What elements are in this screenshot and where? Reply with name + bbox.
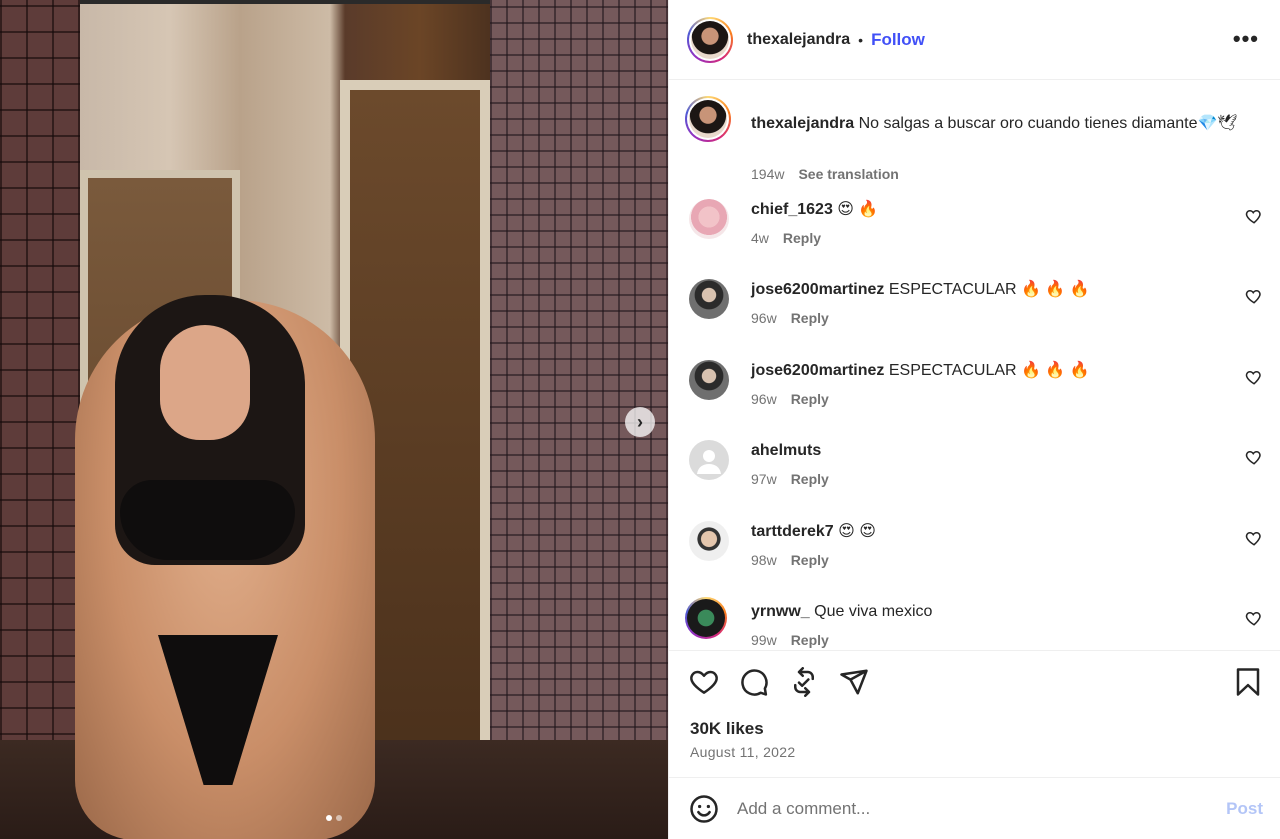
comment-like-icon[interactable]	[1245, 529, 1263, 547]
commenter-avatar[interactable]	[689, 279, 729, 319]
caption-avatar-image	[689, 100, 727, 138]
comment-meta: 96w Reply	[751, 391, 829, 407]
post-actions: 30K likes August 11, 2022	[669, 650, 1280, 778]
reply-button[interactable]: Reply	[791, 471, 829, 487]
commenter-username[interactable]: tarttderek7	[751, 523, 834, 540]
comment-like-icon[interactable]	[1245, 368, 1263, 386]
comment-like-icon[interactable]	[1245, 448, 1263, 466]
comment-body: 😍 😍	[838, 523, 876, 540]
mosaic-tile-wall-right	[490, 0, 668, 760]
author-username[interactable]: thexalejandra	[747, 31, 850, 49]
comment-meta: 98w Reply	[751, 552, 829, 568]
commenter-username[interactable]: jose6200martinez	[751, 362, 884, 379]
comment-text: chief_1623 😍 🔥	[751, 199, 878, 221]
comment-body: Que viva mexico	[814, 603, 933, 620]
post-header: thexalejandra • Follow •••	[669, 0, 1280, 80]
comment-item: yrnww_ Que viva mexico 99w Reply	[685, 597, 1269, 649]
commenter-username[interactable]: jose6200martinez	[751, 281, 884, 298]
reply-button[interactable]: Reply	[791, 310, 829, 326]
comment-body: ESPECTACULAR 🔥 🔥 🔥	[888, 281, 1090, 298]
caption-avatar[interactable]	[685, 96, 731, 142]
next-slide-button[interactable]: ›	[625, 407, 655, 437]
comment-age: 98w	[751, 552, 777, 568]
comment-icon[interactable]	[739, 667, 769, 697]
commenter-username[interactable]: yrnww_	[751, 603, 810, 620]
commenter-avatar[interactable]	[685, 597, 727, 639]
comment-text: jose6200martinez ESPECTACULAR 🔥 🔥 🔥	[751, 279, 1090, 301]
comment-age: 97w	[751, 471, 777, 487]
bookmark-icon[interactable]	[1233, 667, 1263, 697]
reply-button[interactable]: Reply	[791, 391, 829, 407]
caption-username[interactable]: thexalejandra	[751, 115, 854, 132]
reply-button[interactable]: Reply	[791, 632, 829, 648]
comment-like-icon[interactable]	[1245, 609, 1263, 627]
commenter-avatar[interactable]	[689, 521, 729, 561]
commenter-avatar[interactable]	[689, 199, 729, 239]
share-icon[interactable]	[839, 667, 869, 697]
likes-count[interactable]: 30K likes	[690, 719, 764, 739]
comment-item: jose6200martinez ESPECTACULAR 🔥 🔥 🔥 96w …	[689, 360, 1269, 430]
add-comment-bar: Post	[669, 779, 1280, 839]
comment-meta: 99w Reply	[751, 632, 829, 648]
action-icons	[689, 667, 869, 697]
comment-text: yrnww_ Que viva mexico	[751, 601, 932, 623]
author-avatar[interactable]	[687, 16, 733, 63]
comment-like-icon[interactable]	[1245, 287, 1263, 305]
post-media[interactable]: ›	[0, 0, 668, 839]
comment-age: 99w	[751, 632, 777, 648]
comments-list[interactable]: thexalejandra No salgas a buscar oro cua…	[669, 81, 1280, 649]
header-separator: •	[858, 31, 864, 48]
reply-button[interactable]: Reply	[791, 552, 829, 568]
comment-item: tarttderek7 😍 😍 98w Reply	[689, 521, 1269, 591]
comment-age: 4w	[751, 230, 769, 246]
heart-icon[interactable]	[689, 667, 719, 697]
comment-item: chief_1623 😍 🔥 4w Reply	[689, 199, 1269, 269]
post-comment-button[interactable]: Post	[1226, 799, 1263, 819]
caption-text: thexalejandra No salgas a buscar oro cua…	[751, 113, 1261, 135]
reply-button[interactable]: Reply	[783, 230, 821, 246]
post-date: August 11, 2022	[690, 744, 796, 760]
see-translation-link[interactable]: See translation	[798, 166, 898, 182]
author-avatar-image	[691, 20, 729, 59]
person-face	[160, 325, 250, 440]
comment-age: 96w	[751, 391, 777, 407]
comment-item: jose6200martinez ESPECTACULAR 🔥 🔥 🔥 96w …	[689, 279, 1269, 349]
more-options-icon[interactable]: •••	[1233, 26, 1259, 52]
slide-indicator	[326, 815, 342, 821]
swimsuit-top	[120, 480, 295, 560]
comment-body: 😍 🔥	[837, 201, 879, 218]
slide-dot	[336, 815, 342, 821]
mosaic-tile-wall-left	[0, 0, 80, 839]
comment-like-icon[interactable]	[1245, 207, 1263, 225]
slide-dot-active	[326, 815, 332, 821]
comment-meta: 96w Reply	[751, 310, 829, 326]
comment-input[interactable]	[737, 799, 1207, 819]
repost-icon[interactable]	[789, 667, 819, 697]
comment-text: ahelmuts	[751, 440, 821, 462]
caption-meta: 194w See translation	[751, 166, 899, 182]
comment-meta: 4w Reply	[751, 230, 821, 246]
comment-text: jose6200martinez ESPECTACULAR 🔥 🔥 🔥	[751, 360, 1090, 382]
follow-button[interactable]: Follow	[871, 30, 925, 50]
emoji-icon[interactable]	[689, 794, 719, 824]
post-details-panel: thexalejandra • Follow ••• thexalejandra…	[668, 0, 1280, 839]
caption-age: 194w	[751, 166, 785, 182]
comment-item: ahelmuts 97w Reply	[689, 440, 1269, 510]
comment-age: 96w	[751, 310, 777, 326]
commenter-username[interactable]: chief_1623	[751, 201, 833, 218]
commenter-username[interactable]: ahelmuts	[751, 442, 821, 459]
comment-text: tarttderek7 😍 😍	[751, 521, 876, 543]
commenter-avatar[interactable]	[689, 360, 729, 400]
caption-body: No salgas a buscar oro cuando tienes dia…	[858, 115, 1238, 132]
default-avatar-icon[interactable]	[689, 440, 729, 480]
comment-body: ESPECTACULAR 🔥 🔥 🔥	[888, 362, 1090, 379]
comment-meta: 97w Reply	[751, 471, 829, 487]
